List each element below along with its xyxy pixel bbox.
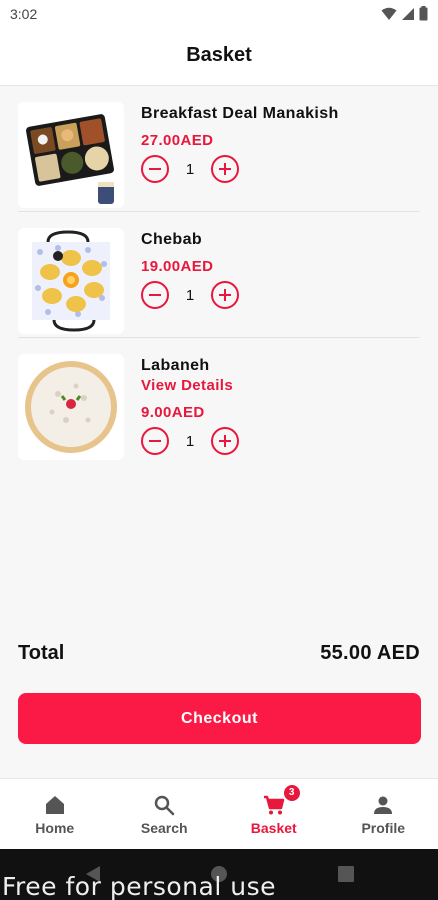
nav-label: Profile (361, 820, 406, 836)
wifi-icon (381, 7, 397, 20)
nav-item-home[interactable]: Home (0, 779, 110, 849)
item-price: 9.00AED (141, 404, 205, 421)
app-header: Basket (0, 28, 438, 86)
basket-count-badge: 3 (283, 785, 300, 801)
bottom-nav: Home Search 3 Basket Profile (0, 778, 438, 849)
basket-item: Breakfast Deal Manakish 27.00AED 1 (18, 86, 420, 212)
nav-item-profile[interactable]: Profile (329, 779, 438, 849)
quantity-stepper: 1 (141, 155, 420, 183)
nav-item-search[interactable]: Search (110, 779, 220, 849)
checkout-button[interactable]: Checkout (18, 693, 421, 744)
nav-label: Basket (250, 820, 297, 836)
status-bar: 3:02 (0, 0, 438, 28)
total-label: Total (18, 642, 65, 664)
labaneh-bowl-image[interactable] (18, 354, 124, 460)
decrease-quantity-button[interactable] (141, 281, 169, 309)
item-name: Labaneh (141, 357, 210, 374)
status-icons (381, 6, 428, 21)
watermark-text: Free for personal use (2, 872, 276, 900)
chebab-pan-image[interactable] (18, 228, 124, 334)
item-price: 27.00AED (141, 132, 214, 149)
person-icon (374, 796, 393, 814)
search-icon (155, 795, 175, 816)
battery-icon (419, 6, 428, 21)
total-value: 55.00 AED (320, 642, 420, 664)
quantity-value: 1 (185, 286, 195, 304)
status-time: 3:02 (10, 6, 38, 22)
page-title: Basket (186, 44, 252, 66)
recents-icon[interactable] (338, 866, 354, 882)
increase-quantity-button[interactable] (211, 281, 239, 309)
item-price: 19.00AED (141, 258, 214, 275)
signal-icon (402, 7, 414, 20)
cart-icon (263, 795, 284, 815)
decrease-quantity-button[interactable] (141, 155, 169, 183)
basket-list: Breakfast Deal Manakish 27.00AED 1 Cheba… (0, 86, 438, 468)
item-name: Breakfast Deal Manakish (141, 105, 339, 122)
basket-item: Labaneh View Details 9.00AED 1 (18, 338, 420, 468)
quantity-value: 1 (185, 432, 195, 450)
quantity-stepper: 1 (141, 427, 420, 455)
item-info: Chebab 19.00AED 1 (141, 230, 420, 309)
total-row: Total 55.00 AED (18, 642, 420, 668)
view-details-link[interactable]: View Details (141, 376, 420, 396)
quantity-value: 1 (185, 160, 195, 178)
increase-quantity-button[interactable] (211, 155, 239, 183)
item-name: Chebab (141, 231, 203, 248)
home-icon (45, 796, 64, 814)
decrease-quantity-button[interactable] (141, 427, 169, 455)
quantity-stepper: 1 (141, 281, 420, 309)
item-info: Breakfast Deal Manakish 27.00AED 1 (141, 104, 420, 183)
nav-label: Home (35, 820, 75, 836)
nav-label: Search (140, 820, 188, 836)
item-info: Labaneh View Details 9.00AED 1 (141, 356, 420, 455)
basket-item: Chebab 19.00AED 1 (18, 212, 420, 338)
increase-quantity-button[interactable] (211, 427, 239, 455)
breakfast-tray-image[interactable] (18, 102, 124, 208)
nav-item-basket[interactable]: 3 Basket (219, 779, 329, 849)
